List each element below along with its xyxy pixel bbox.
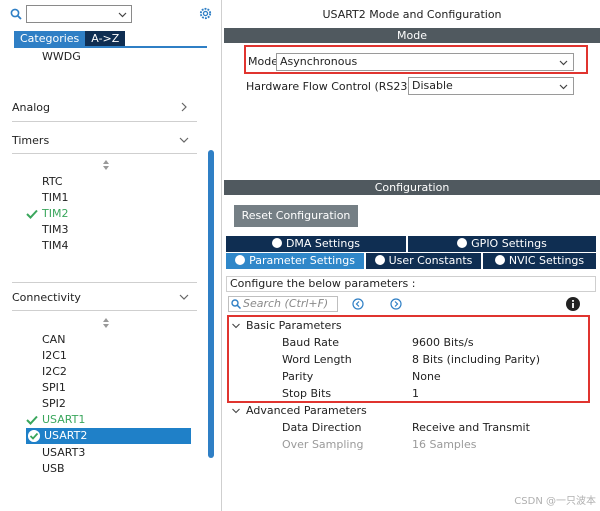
chevron-down-icon [179, 137, 189, 143]
tab-nvic-settings[interactable]: NVIC Settings [483, 253, 596, 269]
check-icon [26, 415, 38, 425]
param-value-baud-rate[interactable]: 9600 Bits/s [412, 336, 474, 349]
list-item-rtc[interactable]: RTC [42, 175, 63, 189]
check-circle-icon [271, 238, 282, 248]
watermark: CSDN @一只波本 [514, 496, 596, 507]
reset-configuration-button[interactable]: Reset Configuration [234, 205, 358, 227]
next-icon[interactable] [390, 298, 402, 310]
category-label: Analog [12, 101, 51, 114]
param-name-parity: Parity [282, 370, 314, 383]
tree-scrollbar[interactable] [208, 150, 214, 458]
peripheral-tree-panel: Categories A->Z WWDG Analog Timers RTC T… [0, 0, 222, 511]
list-item-spi2[interactable]: SPI2 [42, 397, 66, 411]
config-panel: USART2 Mode and Configuration Mode Mode … [224, 0, 600, 511]
check-circle-icon [235, 255, 246, 265]
divider [12, 121, 197, 122]
info-icon[interactable] [566, 297, 580, 311]
list-item-tim2[interactable]: TIM2 [42, 207, 68, 221]
list-item-tim4[interactable]: TIM4 [42, 239, 68, 253]
chevron-down-icon [118, 12, 127, 18]
previous-icon[interactable] [352, 298, 364, 310]
list-item-spi1[interactable]: SPI1 [42, 381, 66, 395]
list-item-wwdg[interactable]: WWDG [42, 50, 81, 64]
configuration-section-header: Configuration [224, 180, 600, 195]
page-title: USART2 Mode and Configuration [322, 8, 502, 21]
tab-categories[interactable]: Categories [14, 31, 86, 46]
tab-user-constants[interactable]: User Constants [366, 253, 481, 269]
sort-icon[interactable] [102, 160, 110, 170]
list-item-usart3[interactable]: USART3 [42, 446, 85, 460]
tree-view-tabs: Categories A->Z [14, 31, 126, 46]
list-item-tim3[interactable]: TIM3 [42, 223, 68, 237]
list-item-usb[interactable]: USB [42, 462, 65, 476]
chevron-down-icon[interactable] [232, 322, 240, 330]
param-value-stop-bits[interactable]: 1 [412, 387, 419, 400]
param-name-baud-rate: Baud Rate [282, 336, 339, 349]
advanced-parameters-header[interactable]: Advanced Parameters [246, 404, 367, 417]
divider [12, 153, 197, 154]
param-name-word-length: Word Length [282, 353, 352, 366]
list-item-tim1[interactable]: TIM1 [42, 191, 68, 205]
category-analog[interactable]: Analog [12, 98, 193, 118]
divider [12, 310, 197, 311]
category-label: Timers [12, 134, 50, 147]
search-icon[interactable] [10, 8, 22, 20]
param-name-data-direction: Data Direction [282, 421, 362, 434]
list-item-i2c1[interactable]: I2C1 [42, 349, 67, 363]
list-item-can[interactable]: CAN [42, 333, 65, 347]
check-circle-icon [374, 255, 385, 265]
list-item-usart2-selected[interactable]: USART2 [26, 428, 191, 444]
chevron-right-icon [181, 102, 187, 112]
sort-icon[interactable] [102, 318, 110, 328]
list-item-label: USART2 [44, 429, 88, 442]
tab-label: User Constants [388, 254, 473, 267]
basic-parameters-header[interactable]: Basic Parameters [246, 319, 342, 332]
param-value-parity[interactable]: None [412, 370, 441, 383]
tab-underline [14, 46, 207, 48]
param-name-over-sampling: Over Sampling [282, 438, 364, 451]
tab-label: NVIC Settings [508, 254, 585, 267]
category-connectivity[interactable]: Connectivity [12, 288, 193, 308]
list-item-usart1[interactable]: USART1 [42, 413, 85, 427]
parameter-search-input[interactable]: Search (Ctrl+F) [228, 296, 338, 312]
param-name-stop-bits: Stop Bits [282, 387, 332, 400]
param-value-data-direction[interactable]: Receive and Transmit [412, 421, 530, 434]
tab-gpio-settings[interactable]: GPIO Settings [408, 236, 596, 252]
mode-section-header: Mode [224, 28, 600, 43]
chevron-down-icon [179, 294, 189, 300]
tree-search-dropdown[interactable] [26, 5, 132, 23]
tab-parameter-settings[interactable]: Parameter Settings [226, 253, 364, 269]
tab-label: Parameter Settings [249, 254, 355, 267]
hfc-label: Hardware Flow Control (RS232) [246, 80, 419, 93]
gear-icon[interactable] [198, 6, 213, 21]
chevron-down-icon [559, 84, 568, 90]
hfc-select[interactable]: Disable [408, 77, 574, 95]
tab-a-to-z[interactable]: A->Z [85, 31, 126, 46]
chevron-down-icon[interactable] [232, 407, 240, 415]
param-value-word-length[interactable]: 8 Bits (including Parity) [412, 353, 540, 366]
hfc-value: Disable [412, 79, 453, 92]
param-value-over-sampling: 16 Samples [412, 438, 477, 451]
check-icon [26, 209, 38, 219]
tab-label: DMA Settings [285, 237, 361, 250]
check-circle-icon [494, 255, 505, 265]
check-circle-icon [28, 430, 40, 442]
highlight-box-mode [244, 45, 588, 74]
tab-label: GPIO Settings [471, 237, 547, 250]
stm32cubemx-window: Categories A->Z WWDG Analog Timers RTC T… [0, 0, 600, 511]
check-circle-icon [457, 238, 468, 248]
category-timers[interactable]: Timers [12, 131, 193, 151]
list-item-i2c2[interactable]: I2C2 [42, 365, 67, 379]
divider [12, 282, 197, 283]
configure-note: Configure the below parameters : [226, 276, 596, 292]
tab-dma-settings[interactable]: DMA Settings [226, 236, 406, 252]
category-label: Connectivity [12, 291, 81, 304]
tree-search-row [0, 0, 222, 30]
